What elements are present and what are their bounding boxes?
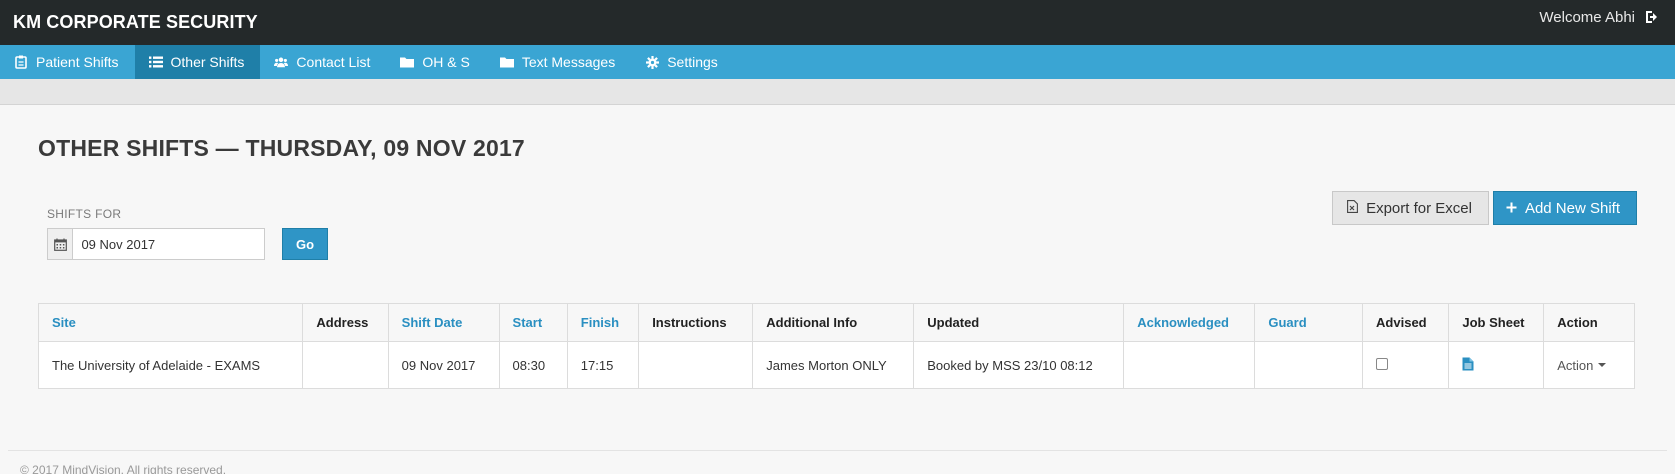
nav-label: OH & S [422,54,470,70]
add-new-shift-button[interactable]: Add New Shift [1492,191,1637,225]
shifts-table: Site Address Shift Date Start Finish Ins… [37,303,1635,389]
nav-item-contact-list[interactable]: Contact List [260,45,386,79]
plus-icon [1506,200,1517,217]
shift-date-filter: SHIFTS FOR Go [47,207,328,260]
advised-checkbox[interactable] [1376,357,1389,370]
folder-icon [400,55,415,69]
col-acknowledged[interactable]: Acknowledged [1123,303,1256,342]
nav-label: Text Messages [521,54,616,70]
cell-updated: Booked by MSS 23/10 08:12 [913,341,1125,389]
brand-title: KM CORPORATE SECURITY [13,12,258,32]
main-content: OTHER SHIFTS — THURSDAY, 09 NOV 2017 SHI… [0,105,1675,450]
col-start[interactable]: Start [498,303,568,342]
col-updated: Updated [913,303,1125,342]
nav-item-patient-shifts[interactable]: Patient Shifts [0,45,135,79]
cell-address [302,341,389,389]
toolbar-actions: Export for Excel Add New Shift [1332,191,1637,225]
cell-instructions [638,341,754,389]
nav-item-other-shifts[interactable]: Other Shifts [134,45,261,79]
action-dropdown[interactable]: Action [1557,357,1607,373]
nav-item-settings[interactable]: Settings [631,45,734,79]
col-address: Address [302,303,389,342]
col-site[interactable]: Site [37,303,304,342]
date-picker [47,228,265,260]
export-excel-button[interactable]: Export for Excel [1332,191,1489,225]
nav-label: Patient Shifts [36,54,119,70]
col-finish[interactable]: Finish [566,303,640,342]
main-nav: Patient Shifts Other Shifts Contact List… [0,45,1675,79]
gear-icon [645,55,659,69]
add-label: Add New Shift [1524,199,1620,217]
file-excel-icon [1347,199,1359,217]
user-area: Welcome Abhi [1539,9,1661,26]
welcome-text: Welcome Abhi [1539,9,1635,26]
cell-additional-info: James Morton ONLY [752,341,915,389]
table-row: The University of Adelaide - EXAMS 09 No… [37,341,1635,389]
date-input[interactable] [73,229,264,259]
top-bar: KM CORPORATE SECURITY Welcome Abhi [0,0,1675,45]
nav-item-oh-s[interactable]: OH & S [386,45,485,79]
logout-icon[interactable] [1645,10,1661,26]
cell-action: Action [1543,341,1635,389]
cell-site: The University of Adelaide - EXAMS [37,341,304,389]
nav-label: Settings [667,54,718,70]
cell-finish: 17:15 [566,341,640,389]
document-icon[interactable] [1462,357,1476,373]
copyright-text: © 2017 MindVision. All rights reserved. [20,463,227,474]
col-guard[interactable]: Guard [1254,303,1364,342]
page-title: OTHER SHIFTS — THURSDAY, 09 NOV 2017 [38,135,525,161]
caret-down-icon [1598,363,1607,367]
col-action: Action [1543,303,1635,342]
col-job-sheet: Job Sheet [1448,303,1545,342]
action-label: Action [1557,357,1594,373]
table-header-row: Site Address Shift Date Start Finish Ins… [37,303,1635,342]
list-icon [148,55,163,69]
nav-label: Other Shifts [170,54,245,70]
clipboard-icon [14,55,28,69]
footer: © 2017 MindVision. All rights reserved. [8,450,1667,474]
col-advised: Advised [1362,303,1450,342]
col-additional-info: Additional Info [752,303,915,342]
sub-bar [0,79,1675,105]
cell-acknowledged [1123,341,1256,389]
cell-job-sheet [1448,341,1545,389]
cell-shift-date: 09 Nov 2017 [387,341,500,389]
folder-icon [499,55,514,69]
cell-start: 08:30 [498,341,568,389]
users-icon [274,55,289,69]
col-instructions: Instructions [638,303,754,342]
calendar-icon[interactable] [48,229,74,259]
nav-label: Contact List [296,54,371,70]
go-button[interactable]: Go [282,228,328,260]
cell-advised [1362,341,1450,389]
filter-label: SHIFTS FOR [47,207,122,221]
col-shift-date[interactable]: Shift Date [387,303,500,342]
cell-guard [1254,341,1364,389]
nav-item-text-messages[interactable]: Text Messages [486,45,631,79]
export-label: Export for Excel [1366,199,1472,217]
